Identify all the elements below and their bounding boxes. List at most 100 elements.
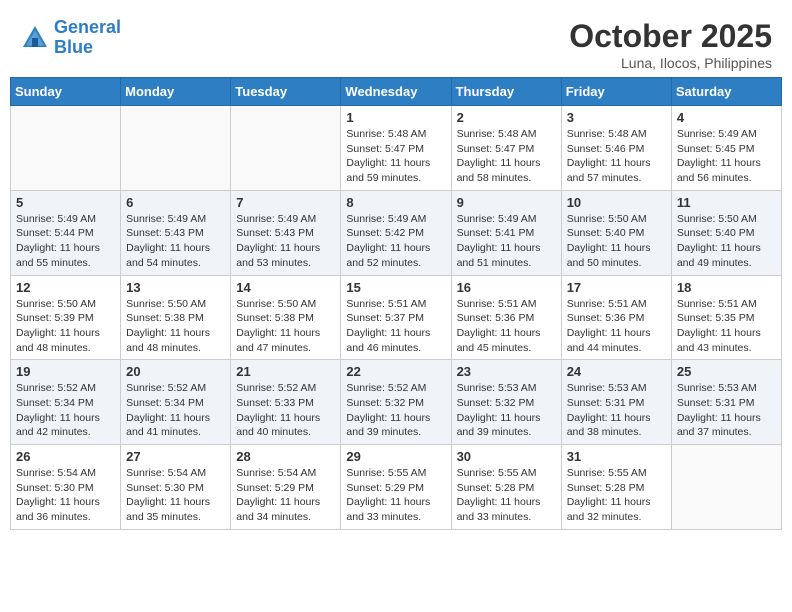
calendar-cell: 29 Sunrise: 5:55 AM Sunset: 5:29 PM Dayli… <box>341 445 451 530</box>
day-number: 1 <box>346 110 445 125</box>
logo-line2: Blue <box>54 37 93 57</box>
day-info: Sunrise: 5:52 AM Sunset: 5:32 PM Dayligh… <box>346 381 445 440</box>
calendar-cell: 4 Sunrise: 5:49 AM Sunset: 5:45 PM Daylig… <box>671 106 781 191</box>
day-number: 22 <box>346 364 445 379</box>
calendar-cell: 8 Sunrise: 5:49 AM Sunset: 5:42 PM Daylig… <box>341 190 451 275</box>
day-info: Sunrise: 5:50 AM Sunset: 5:40 PM Dayligh… <box>677 212 776 271</box>
calendar-cell <box>121 106 231 191</box>
weekday-header-sunday: Sunday <box>11 78 121 106</box>
calendar-cell: 16 Sunrise: 5:51 AM Sunset: 5:36 PM Dayli… <box>451 275 561 360</box>
day-info: Sunrise: 5:53 AM Sunset: 5:32 PM Dayligh… <box>457 381 556 440</box>
location: Luna, Ilocos, Philippines <box>569 55 772 71</box>
day-number: 30 <box>457 449 556 464</box>
day-info: Sunrise: 5:50 AM Sunset: 5:38 PM Dayligh… <box>236 297 335 356</box>
day-info: Sunrise: 5:54 AM Sunset: 5:29 PM Dayligh… <box>236 466 335 525</box>
weekday-header-monday: Monday <box>121 78 231 106</box>
day-info: Sunrise: 5:52 AM Sunset: 5:34 PM Dayligh… <box>126 381 225 440</box>
calendar-cell: 7 Sunrise: 5:49 AM Sunset: 5:43 PM Daylig… <box>231 190 341 275</box>
page-header: General Blue October 2025 Luna, Ilocos, … <box>10 10 782 77</box>
calendar-week-4: 19 Sunrise: 5:52 AM Sunset: 5:34 PM Dayli… <box>11 360 782 445</box>
weekday-header-thursday: Thursday <box>451 78 561 106</box>
day-number: 9 <box>457 195 556 210</box>
day-number: 20 <box>126 364 225 379</box>
calendar-cell: 31 Sunrise: 5:55 AM Sunset: 5:28 PM Dayli… <box>561 445 671 530</box>
day-number: 10 <box>567 195 666 210</box>
weekday-header-friday: Friday <box>561 78 671 106</box>
calendar-week-2: 5 Sunrise: 5:49 AM Sunset: 5:44 PM Daylig… <box>11 190 782 275</box>
day-number: 8 <box>346 195 445 210</box>
day-number: 12 <box>16 280 115 295</box>
logo-line1: General <box>54 17 121 37</box>
day-info: Sunrise: 5:55 AM Sunset: 5:29 PM Dayligh… <box>346 466 445 525</box>
weekday-header-wednesday: Wednesday <box>341 78 451 106</box>
calendar-cell: 23 Sunrise: 5:53 AM Sunset: 5:32 PM Dayli… <box>451 360 561 445</box>
day-number: 29 <box>346 449 445 464</box>
calendar-cell: 2Sunrise: 5:48 AM Sunset: 5:47 PM Daylig… <box>451 106 561 191</box>
day-number: 28 <box>236 449 335 464</box>
calendar-week-1: 1 Sunrise: 5:48 AM Sunset: 5:47 PM Daylig… <box>11 106 782 191</box>
day-info: Sunrise: 5:50 AM Sunset: 5:40 PM Dayligh… <box>567 212 666 271</box>
weekday-header-row: SundayMondayTuesdayWednesdayThursdayFrid… <box>11 78 782 106</box>
day-number: 31 <box>567 449 666 464</box>
day-number: 4 <box>677 110 776 125</box>
calendar-week-3: 12 Sunrise: 5:50 AM Sunset: 5:39 PM Dayli… <box>11 275 782 360</box>
calendar-cell: 26 Sunrise: 5:54 AM Sunset: 5:30 PM Dayli… <box>11 445 121 530</box>
day-info: Sunrise: 5:49 AM Sunset: 5:45 PM Dayligh… <box>677 127 776 186</box>
calendar-cell: 14 Sunrise: 5:50 AM Sunset: 5:38 PM Dayli… <box>231 275 341 360</box>
day-info: Sunrise: 5:49 AM Sunset: 5:44 PM Dayligh… <box>16 212 115 271</box>
day-info: Sunrise: 5:49 AM Sunset: 5:43 PM Dayligh… <box>126 212 225 271</box>
day-info: Sunrise: 5:54 AM Sunset: 5:30 PM Dayligh… <box>16 466 115 525</box>
day-info: Sunrise: 5:48 AM Sunset: 5:47 PM Dayligh… <box>346 127 445 186</box>
day-number: 14 <box>236 280 335 295</box>
calendar-cell: 18Sunrise: 5:51 AM Sunset: 5:35 PM Dayli… <box>671 275 781 360</box>
day-number: 23 <box>457 364 556 379</box>
day-number: 15 <box>346 280 445 295</box>
calendar-cell: 28 Sunrise: 5:54 AM Sunset: 5:29 PM Dayli… <box>231 445 341 530</box>
day-number: 25 <box>677 364 776 379</box>
calendar-cell: 20 Sunrise: 5:52 AM Sunset: 5:34 PM Dayli… <box>121 360 231 445</box>
day-number: 17 <box>567 280 666 295</box>
day-number: 19 <box>16 364 115 379</box>
calendar-cell: 15 Sunrise: 5:51 AM Sunset: 5:37 PM Dayli… <box>341 275 451 360</box>
calendar-cell: 21Sunrise: 5:52 AM Sunset: 5:33 PM Dayli… <box>231 360 341 445</box>
calendar-cell: 30Sunrise: 5:55 AM Sunset: 5:28 PM Dayli… <box>451 445 561 530</box>
logo-icon <box>20 23 50 53</box>
day-info: Sunrise: 5:50 AM Sunset: 5:39 PM Dayligh… <box>16 297 115 356</box>
calendar-cell: 25Sunrise: 5:53 AM Sunset: 5:31 PM Dayli… <box>671 360 781 445</box>
calendar-cell: 9Sunrise: 5:49 AM Sunset: 5:41 PM Daylig… <box>451 190 561 275</box>
day-info: Sunrise: 5:48 AM Sunset: 5:47 PM Dayligh… <box>457 127 556 186</box>
day-number: 13 <box>126 280 225 295</box>
calendar-cell <box>231 106 341 191</box>
calendar-cell: 24Sunrise: 5:53 AM Sunset: 5:31 PM Dayli… <box>561 360 671 445</box>
day-number: 5 <box>16 195 115 210</box>
day-info: Sunrise: 5:51 AM Sunset: 5:36 PM Dayligh… <box>457 297 556 356</box>
day-number: 16 <box>457 280 556 295</box>
calendar-cell: 13 Sunrise: 5:50 AM Sunset: 5:38 PM Dayli… <box>121 275 231 360</box>
day-info: Sunrise: 5:49 AM Sunset: 5:42 PM Dayligh… <box>346 212 445 271</box>
calendar-cell: 3Sunrise: 5:48 AM Sunset: 5:46 PM Daylig… <box>561 106 671 191</box>
calendar-cell <box>671 445 781 530</box>
day-info: Sunrise: 5:49 AM Sunset: 5:43 PM Dayligh… <box>236 212 335 271</box>
day-info: Sunrise: 5:50 AM Sunset: 5:38 PM Dayligh… <box>126 297 225 356</box>
day-info: Sunrise: 5:51 AM Sunset: 5:35 PM Dayligh… <box>677 297 776 356</box>
calendar-cell: 6 Sunrise: 5:49 AM Sunset: 5:43 PM Daylig… <box>121 190 231 275</box>
day-info: Sunrise: 5:51 AM Sunset: 5:37 PM Dayligh… <box>346 297 445 356</box>
logo: General Blue <box>20 18 121 58</box>
day-number: 24 <box>567 364 666 379</box>
calendar-cell: 22 Sunrise: 5:52 AM Sunset: 5:32 PM Dayli… <box>341 360 451 445</box>
calendar-week-5: 26 Sunrise: 5:54 AM Sunset: 5:30 PM Dayli… <box>11 445 782 530</box>
day-info: Sunrise: 5:52 AM Sunset: 5:34 PM Dayligh… <box>16 381 115 440</box>
calendar-cell: 27Sunrise: 5:54 AM Sunset: 5:30 PM Dayli… <box>121 445 231 530</box>
day-info: Sunrise: 5:55 AM Sunset: 5:28 PM Dayligh… <box>567 466 666 525</box>
day-number: 3 <box>567 110 666 125</box>
day-number: 6 <box>126 195 225 210</box>
day-number: 26 <box>16 449 115 464</box>
logo-text: General Blue <box>54 18 121 58</box>
calendar: SundayMondayTuesdayWednesdayThursdayFrid… <box>10 77 782 530</box>
calendar-cell: 1 Sunrise: 5:48 AM Sunset: 5:47 PM Daylig… <box>341 106 451 191</box>
calendar-cell: 17Sunrise: 5:51 AM Sunset: 5:36 PM Dayli… <box>561 275 671 360</box>
day-number: 7 <box>236 195 335 210</box>
day-info: Sunrise: 5:54 AM Sunset: 5:30 PM Dayligh… <box>126 466 225 525</box>
day-info: Sunrise: 5:52 AM Sunset: 5:33 PM Dayligh… <box>236 381 335 440</box>
weekday-header-saturday: Saturday <box>671 78 781 106</box>
